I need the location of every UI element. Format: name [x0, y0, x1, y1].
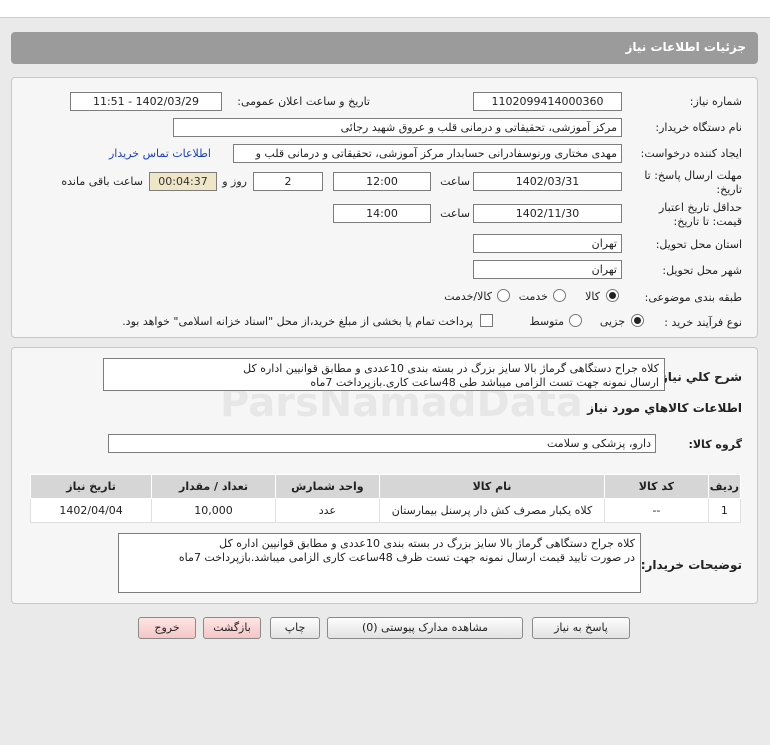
cell-unit: عدد	[274, 498, 380, 523]
process-radio-minor[interactable]	[631, 314, 644, 327]
buyer-notes-label: توضیحات خریدار:	[640, 558, 742, 572]
buyer-label: نام دستگاه خریدار:	[655, 121, 742, 134]
page-title: جزئیات اطلاعات نیاز	[625, 40, 746, 54]
category-option-service: خدمت	[518, 290, 548, 303]
reply-deadline-label-2: تاریخ:	[716, 183, 742, 196]
validity-date-field: 1402/11/30	[473, 204, 622, 223]
remaining-time-field: 00:04:37	[149, 172, 217, 191]
cell-code: --	[604, 498, 709, 523]
attachments-button[interactable]: مشاهده مدارک پیوستی (0)	[327, 617, 523, 639]
buyer-field: مرکز آموزشی، تحقیقاتی و درمانی قلب و عرو…	[173, 118, 622, 137]
cell-date: 1402/04/04	[29, 498, 153, 523]
goods-table: ردیف کد کالا نام کالا واحد شمارش تعداد /…	[29, 474, 742, 523]
table-row: 1 -- کلاه یکبار مصرف کش دار پرسنل بیمارس…	[29, 498, 742, 523]
col-quantity: تعداد / مقدار	[151, 474, 276, 499]
category-option-goods-service: کالا/خدمت	[444, 290, 492, 303]
cell-row: 1	[707, 498, 742, 523]
reply-date-field: 1402/03/31	[473, 172, 622, 191]
province-field: تهران	[473, 234, 622, 253]
need-number-label: شماره نیاز:	[689, 95, 742, 108]
announce-field: 1402/03/29 - 11:51	[70, 92, 222, 111]
announce-label: تاریخ و ساعت اعلان عمومی:	[237, 95, 370, 108]
process-option-medium: متوسط	[529, 315, 564, 328]
city-label: شهر محل تحویل:	[662, 264, 742, 277]
summary-label: شرح کلي نياز:	[656, 370, 742, 384]
goods-group-field: دارو، پزشکی و سلامت	[108, 434, 656, 453]
province-label: استان محل تحویل:	[655, 238, 742, 251]
reply-button[interactable]: پاسخ به نیاز	[532, 617, 630, 639]
need-number-field: 1102099414000360	[473, 92, 622, 111]
requester-label: ایجاد کننده درخواست:	[640, 147, 742, 160]
category-radio-goods-service[interactable]	[497, 289, 510, 302]
validity-label: حداقل تاریخ اعتبار	[658, 201, 742, 214]
cell-quantity: 10,000	[151, 498, 276, 523]
days-label: روز و	[222, 175, 247, 188]
table-header-row: ردیف کد کالا نام کالا واحد شمارش تعداد /…	[29, 474, 742, 499]
category-radio-service[interactable]	[553, 289, 566, 302]
col-unit: واحد شمارش	[274, 474, 380, 499]
reply-time-field: 12:00	[333, 172, 431, 191]
summary-line-1: کلاه جراح دستگاهی گرماژ بالا سایز بزرگ د…	[243, 362, 659, 375]
payment-note: پرداخت تمام یا بخشی از مبلغ خرید،از محل …	[122, 315, 473, 328]
col-date: تاریخ نیاز	[29, 474, 153, 499]
reply-time-label: ساعت	[440, 175, 470, 188]
reply-deadline-label: مهلت ارسال پاسخ: تا	[644, 169, 742, 182]
goods-section-title: اطلاعات کالاهاي مورد نياز	[587, 401, 742, 415]
process-radio-medium[interactable]	[569, 314, 582, 327]
print-button[interactable]: چاپ	[270, 617, 320, 639]
requester-field: مهدی مختاری ورنوسفادرانی حسابدار مرکز آم…	[233, 144, 622, 163]
validity-time-field: 14:00	[333, 204, 431, 223]
goods-group-label: گروه کالا:	[688, 438, 742, 451]
back-button[interactable]: بازگشت	[203, 617, 261, 639]
cell-name: کلاه یکبار مصرف کش دار پرسنل بیمارستان	[378, 498, 606, 523]
exit-button[interactable]: خروج	[138, 617, 196, 639]
category-label: طبقه بندی موضوعی:	[644, 291, 742, 304]
days-field: 2	[253, 172, 323, 191]
process-label: نوع فرآیند خرید :	[664, 316, 742, 329]
col-code: کد کالا	[604, 474, 709, 499]
summary-line-2: ارسال نمونه جهت تست الزامی میباشد طی 48س…	[310, 376, 659, 389]
remaining-label: ساعت باقی مانده	[61, 175, 143, 188]
category-option-goods: کالا	[585, 290, 600, 303]
col-row: ردیف	[707, 474, 742, 499]
category-radio-goods[interactable]	[606, 289, 619, 302]
treasury-checkbox[interactable]	[480, 314, 493, 327]
col-name: نام کالا	[378, 474, 606, 499]
buyer-notes-line-1: کلاه جراح دستگاهی گرماژ بالا سایز بزرگ د…	[219, 537, 635, 550]
process-option-minor: جزیی	[599, 315, 625, 328]
validity-time-label: ساعت	[440, 207, 470, 220]
city-field: تهران	[473, 260, 622, 279]
buyer-notes-textarea: کلاه جراح دستگاهی گرماژ بالا سایز بزرگ د…	[118, 533, 641, 593]
validity-label-2: قیمت: تا تاریخ:	[673, 215, 742, 228]
contact-buyer-link[interactable]: اطلاعات تماس خریدار	[109, 147, 211, 160]
buyer-notes-line-2: در صورت تایید قیمت ارسال نمونه جهت تست ظ…	[178, 551, 635, 564]
summary-textarea: کلاه جراح دستگاهی گرماژ بالا سایز بزرگ د…	[103, 358, 665, 391]
page-header: جزئیات اطلاعات نیاز	[11, 32, 758, 64]
